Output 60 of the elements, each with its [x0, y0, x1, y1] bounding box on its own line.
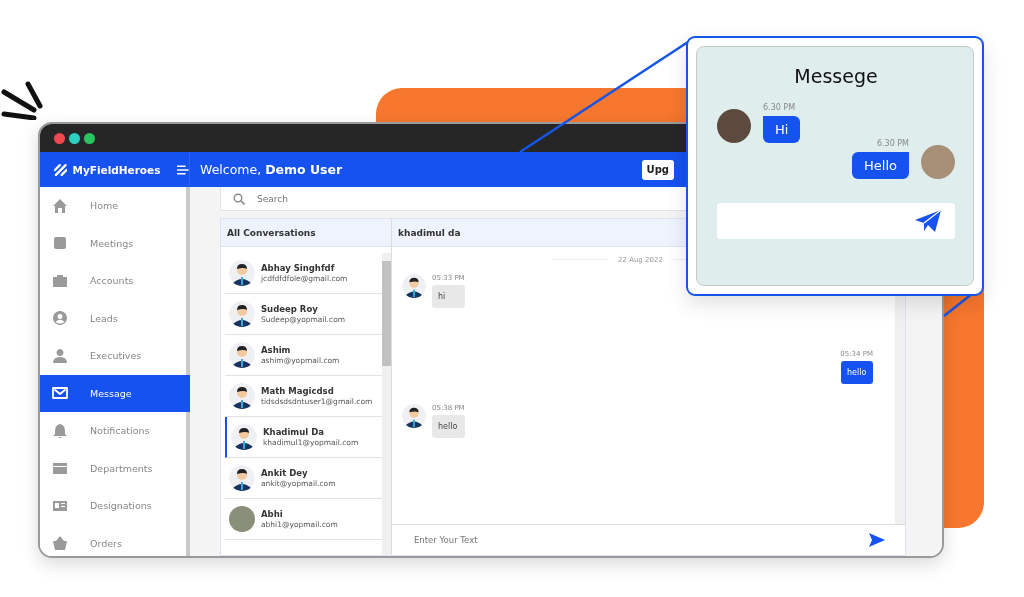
sidebar-item[interactable]: Designations [40, 487, 186, 525]
contact-name: Abhay Singhfdf [261, 263, 336, 273]
brand-name: MyFieldHeroes [72, 163, 161, 176]
slashes-logo-icon [54, 163, 68, 176]
photo-placeholder [717, 109, 751, 143]
man-avatar-icon [229, 383, 255, 409]
sidebar-item[interactable]: Departments [40, 449, 186, 487]
man-avatar-icon [229, 342, 255, 368]
contact-name: Ashim [261, 345, 292, 355]
search-icon [233, 192, 245, 205]
minimize-dot-icon[interactable] [69, 132, 80, 144]
notifications-icon [52, 422, 68, 439]
man-avatar-icon [229, 301, 255, 327]
man-avatar-icon [229, 465, 255, 491]
message-bubble: hi [432, 285, 465, 308]
sidebar-item[interactable]: Home [40, 187, 186, 225]
message-icon [52, 385, 68, 402]
photo-placeholder [229, 506, 255, 532]
sidebar-item[interactable]: Notifications [40, 412, 186, 450]
welcome-text: Welcome, Demo User [200, 162, 344, 177]
menu-icon[interactable] [177, 164, 189, 175]
sidebar-item[interactable]: Orders [40, 524, 186, 556]
contact-name: Ankit Dey [261, 468, 309, 478]
sidebar-item[interactable]: Executives [40, 337, 186, 375]
photo-placeholder [921, 145, 955, 179]
message-time: 6.30 PM [763, 103, 797, 112]
close-dot-icon[interactable] [54, 132, 65, 144]
accounts-icon [52, 272, 68, 289]
orders-icon [52, 535, 68, 552]
sidebar-item[interactable]: Leads [40, 299, 186, 337]
sidebar-item[interactable]: Message [40, 374, 190, 412]
scrollbar[interactable] [382, 253, 391, 555]
maximize-dot-icon[interactable] [84, 132, 95, 144]
message-input[interactable] [717, 203, 955, 239]
meetings-icon [52, 235, 68, 252]
upgrade-button[interactable]: Upg [641, 159, 674, 180]
contact-name: Khadimul Da [263, 427, 325, 437]
contact-name: Sudeep Roy [261, 304, 319, 314]
callout-title: Messege [794, 65, 878, 87]
leads-icon [52, 310, 68, 327]
message-time: 6.30 PM [876, 139, 909, 148]
message-bubble: hello [432, 415, 465, 438]
man-avatar-icon [402, 274, 426, 298]
man-avatar-icon [402, 404, 426, 428]
conversations-header: All Conversations [221, 219, 391, 247]
message-bubble: Hi [763, 116, 801, 143]
man-avatar-icon [229, 260, 255, 286]
sidebar-item[interactable]: Accounts [40, 262, 186, 300]
message-bubble: hello [841, 361, 873, 384]
contact-name: Abhi [261, 509, 284, 519]
man-avatar-icon [231, 424, 257, 450]
contact-name: Math Magicdsd [261, 386, 335, 396]
executives-icon [52, 347, 68, 364]
message-bubble: Hello [852, 152, 909, 179]
home-icon [52, 197, 68, 214]
paper-plane-icon[interactable] [915, 210, 941, 232]
departments-icon [52, 460, 68, 477]
send-icon[interactable] [869, 533, 885, 547]
search-input[interactable]: Search [255, 192, 379, 205]
sidebar-item[interactable]: Meetings [40, 224, 186, 262]
